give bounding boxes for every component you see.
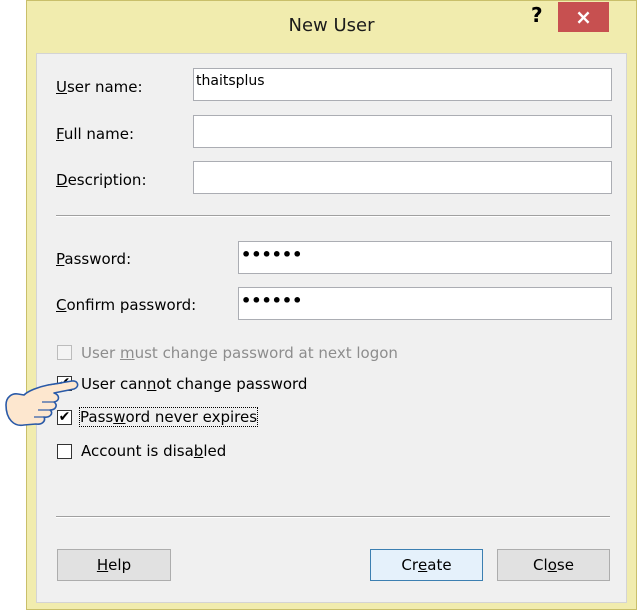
pointing-hand-icon: [5, 380, 79, 427]
fullname-input[interactable]: [193, 115, 612, 148]
close-button[interactable]: Cl o se: [497, 549, 610, 581]
confirm-password-label: Confirm password:: [56, 296, 197, 314]
new-user-dialog: New User ? × User name: thaitsplus Full …: [26, 0, 637, 610]
separator-bottom: [56, 516, 610, 518]
label-cannot-change[interactable]: User cannot change password: [81, 375, 307, 393]
password-input[interactable]: ••••••: [238, 241, 612, 274]
username-label: User name:: [56, 78, 143, 96]
label-never-expires[interactable]: Password never expires: [78, 407, 259, 427]
fullname-label: Full name:: [56, 125, 135, 143]
dialog-content: User name: thaitsplus Full name: Descrip…: [36, 53, 627, 603]
description-label: Description:: [56, 171, 147, 189]
title-bar[interactable]: New User ? ×: [27, 1, 636, 53]
password-label: Password:: [56, 250, 132, 268]
help-button[interactable]: Help: [57, 549, 171, 581]
description-input[interactable]: [193, 161, 612, 194]
label-account-disabled[interactable]: Account is disabled: [81, 442, 226, 460]
checkbox-account-disabled[interactable]: [57, 444, 72, 459]
help-question-icon[interactable]: ?: [531, 3, 543, 27]
confirm-password-input[interactable]: ••••••: [238, 287, 612, 320]
separator: [56, 215, 610, 217]
create-button[interactable]: Cr e ate: [370, 549, 483, 581]
username-input[interactable]: thaitsplus: [193, 68, 612, 101]
checkbox-must-change: [57, 345, 72, 360]
close-window-button[interactable]: ×: [558, 2, 609, 32]
label-must-change: User must change password at next logon: [81, 344, 398, 362]
close-icon: ×: [575, 5, 592, 29]
dialog-title: New User: [288, 15, 375, 36]
